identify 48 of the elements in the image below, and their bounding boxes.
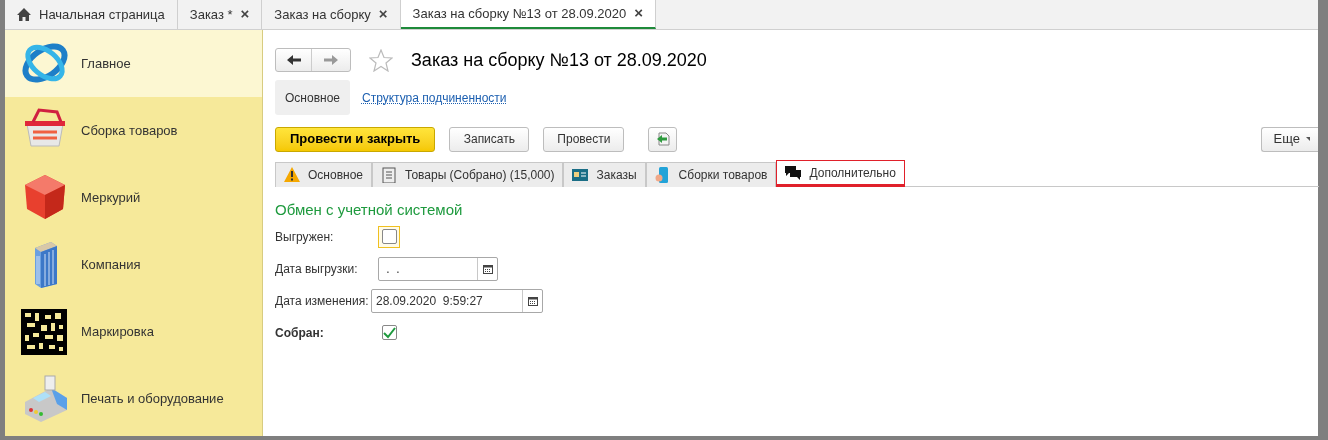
post-and-close-button[interactable]: Провести и закрыть xyxy=(275,126,436,152)
calendar-icon xyxy=(482,263,493,274)
sidebar-item[interactable]: Компания xyxy=(5,231,262,298)
toolbar-button[interactable]: Провести xyxy=(543,126,625,152)
calendar-icon xyxy=(527,295,538,306)
close-icon[interactable]: × xyxy=(240,3,250,26)
caret-icon xyxy=(1306,136,1310,142)
form-tab[interactable]: Сборки товаров xyxy=(645,162,777,187)
close-icon[interactable]: × xyxy=(634,2,644,25)
tab[interactable]: Заказ на сборку №13 от 28.09.2020 × xyxy=(400,0,657,29)
section-link[interactable]: Структура подчиненности xyxy=(362,80,507,115)
toolbar-button[interactable]: Записать xyxy=(449,126,530,152)
sidebar-item[interactable]: Главное xyxy=(5,30,262,97)
chat-icon xyxy=(785,164,802,181)
tab[interactable]: Начальная страница xyxy=(5,0,178,29)
checkmark-icon xyxy=(382,326,396,339)
document-arrow-icon xyxy=(655,132,670,146)
date-field[interactable]: . . xyxy=(378,256,498,281)
form-tab[interactable]: Заказы xyxy=(563,162,646,187)
form-title: Заказ на сборку №13 от 28.09.2020 xyxy=(411,48,707,72)
date-field[interactable]: 28.09.2020 9:59:27 xyxy=(371,288,543,313)
star-icon[interactable] xyxy=(369,48,393,72)
form-tab[interactable]: Дополнительно xyxy=(776,160,905,187)
forward-arrow-icon xyxy=(324,55,338,65)
sidebar-item[interactable]: Маркировка xyxy=(5,298,262,365)
more-button[interactable]: Еще xyxy=(1260,126,1318,152)
toolbar-icon-button[interactable] xyxy=(648,126,678,152)
id-card-icon xyxy=(572,167,589,183)
phone-icon xyxy=(654,167,671,183)
close-icon[interactable]: × xyxy=(378,3,388,26)
tab[interactable]: Заказ * × xyxy=(177,0,263,29)
group-title: Обмен с учетной системой xyxy=(275,200,464,220)
tab[interactable]: Заказ на сборку × xyxy=(262,0,401,29)
sidebar-item[interactable]: Печать и оборудование xyxy=(5,365,262,432)
clipboard-icon xyxy=(381,167,397,183)
back-arrow-icon xyxy=(286,55,301,65)
field-label: Собран: xyxy=(275,324,325,342)
field-label: Дата выгрузки: xyxy=(275,260,359,278)
field-label: Выгружен: xyxy=(275,228,335,246)
sidebar-item[interactable]: Меркурий xyxy=(5,164,262,231)
section-link[interactable]: Основное xyxy=(275,80,350,115)
matrix-code-icon xyxy=(21,306,69,357)
form-tab[interactable]: Товары (Собрано) (15,000) xyxy=(372,162,564,187)
sidebar-item[interactable]: Сборка товаров xyxy=(5,97,262,164)
home-icon xyxy=(17,8,31,21)
field-label: Дата изменения: xyxy=(275,292,370,310)
form-tab[interactable]: Основное xyxy=(275,162,372,187)
warning-icon xyxy=(284,167,300,183)
